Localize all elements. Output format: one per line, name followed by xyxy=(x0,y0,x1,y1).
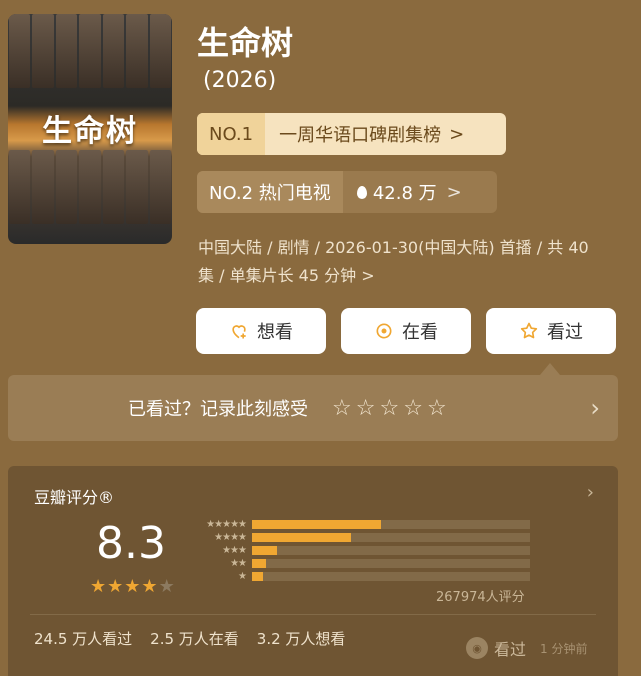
rank1-tag: NO.1 xyxy=(197,113,266,155)
star-filled-icon: ★ xyxy=(90,576,108,597)
show-title: 生命树 xyxy=(197,24,294,62)
want-label: 想看 xyxy=(257,322,293,343)
chevron-right-icon: > xyxy=(446,181,462,203)
distribution-row: ★★ xyxy=(194,557,530,570)
rating-count: 267974人评分 xyxy=(436,590,525,605)
rank-badge-hot-tv[interactable]: NO.2 热门电视 42.8 万 > xyxy=(197,171,497,213)
distribution-stars-label: ★★ xyxy=(230,558,247,569)
distribution-bar xyxy=(252,559,266,568)
rating-stars: ★★★★★ xyxy=(90,576,176,597)
rate-stars[interactable]: ☆ ☆ ☆ ☆ ☆ xyxy=(332,396,447,421)
record-feeling-bar[interactable]: 已看过？记录此刻感受 ☆ ☆ ☆ ☆ ☆ › xyxy=(8,375,618,441)
heart-plus-icon xyxy=(232,325,246,339)
star-outline-icon[interactable]: ☆ xyxy=(379,396,399,421)
want-to-watch-button[interactable]: 想看 xyxy=(196,308,326,354)
show-year: (2026) xyxy=(203,68,277,93)
distribution-bar xyxy=(252,520,382,529)
distribution-bar xyxy=(252,546,278,555)
rating-distribution: ★★★★★ ★★★★ ★★★ ★★ ★ xyxy=(194,518,530,583)
distribution-stars-label: ★★★★★ xyxy=(206,519,247,530)
record-prompt: 已看过？记录此刻感受 xyxy=(128,399,308,420)
star-outline-icon[interactable]: ☆ xyxy=(427,396,447,421)
rating-score: 8.3 xyxy=(96,518,166,569)
star-outline-icon xyxy=(520,322,538,339)
distribution-bar xyxy=(252,533,351,542)
want-count: 3.2 万人想看 xyxy=(256,630,346,648)
watched-button[interactable]: 看过 xyxy=(486,308,616,354)
star-outline-icon[interactable]: ☆ xyxy=(332,396,352,421)
eye-icon: ◉ xyxy=(466,637,488,659)
rank1-label: 一周华语口碑剧集榜 xyxy=(279,125,442,146)
poster-cast-top xyxy=(8,14,172,88)
star-outline-icon[interactable]: ☆ xyxy=(356,396,376,421)
star-empty-icon: ★ xyxy=(158,576,176,597)
poster-image[interactable]: 生命树 xyxy=(8,14,172,244)
distribution-bar xyxy=(252,572,264,581)
distribution-row: ★★★★★ xyxy=(194,518,530,531)
popover-caret xyxy=(540,363,560,375)
chevron-right-icon[interactable]: › xyxy=(587,482,594,503)
poster-cast-bottom xyxy=(8,150,172,224)
rank-badge-weekly[interactable]: NO.1 一周华语口碑剧集榜 > xyxy=(197,113,506,155)
star-filled-icon: ★ xyxy=(107,576,125,597)
rank2-tag: NO.2 热门电视 xyxy=(197,171,343,213)
watched-label: 看过 xyxy=(547,322,583,343)
heat-value: 42.8 万 xyxy=(372,183,437,204)
rating-header: 豆瓣评分® xyxy=(34,488,115,507)
seen-time: 1 分钟前 xyxy=(540,641,588,656)
watching-label: 在看 xyxy=(402,322,438,343)
douban-rating-panel[interactable]: 豆瓣评分® › 8.3 ★★★★★ ★★★★★ ★★★★ ★★★ ★★ ★ 267974… xyxy=(8,466,618,676)
audience-stats: 24.5 万人看过 2.5 万人在看 3.2 万人想看 xyxy=(34,628,345,649)
distribution-stars-label: ★★★★ xyxy=(214,532,247,543)
target-icon xyxy=(376,323,392,339)
distribution-stars-label: ★ xyxy=(238,571,247,582)
divider xyxy=(30,614,596,615)
distribution-row: ★★★★ xyxy=(194,531,530,544)
chevron-right-icon: > xyxy=(361,266,375,285)
poster-title: 生命树 xyxy=(42,114,138,149)
watched-count: 24.5 万人看过 xyxy=(34,630,133,648)
heat-drop-icon xyxy=(356,185,367,199)
distribution-stars-label: ★★★ xyxy=(222,545,247,556)
seen-status[interactable]: ◉ 看过 1 分钟前 xyxy=(466,636,587,660)
meta-text: 中国大陆 / 剧情 / 2026-01-30(中国大陆) 首播 / 共 40 集… xyxy=(198,238,589,285)
distribution-row: ★★★ xyxy=(194,544,530,557)
show-meta-info[interactable]: 中国大陆 / 剧情 / 2026-01-30(中国大陆) 首播 / 共 40 集… xyxy=(198,234,608,290)
seen-label: 看过 xyxy=(494,640,527,659)
distribution-track xyxy=(252,520,530,529)
distribution-track xyxy=(252,572,530,581)
watching-count: 2.5 万人在看 xyxy=(150,630,239,648)
distribution-track xyxy=(252,533,530,542)
star-filled-icon: ★ xyxy=(124,576,142,597)
star-filled-icon: ★ xyxy=(141,576,159,597)
watching-button[interactable]: 在看 xyxy=(341,308,471,354)
distribution-track xyxy=(252,559,530,568)
distribution-row: ★ xyxy=(194,570,530,583)
distribution-track xyxy=(252,546,530,555)
chevron-right-icon: › xyxy=(590,394,600,422)
star-outline-icon[interactable]: ☆ xyxy=(403,396,423,421)
chevron-right-icon: > xyxy=(449,123,465,145)
